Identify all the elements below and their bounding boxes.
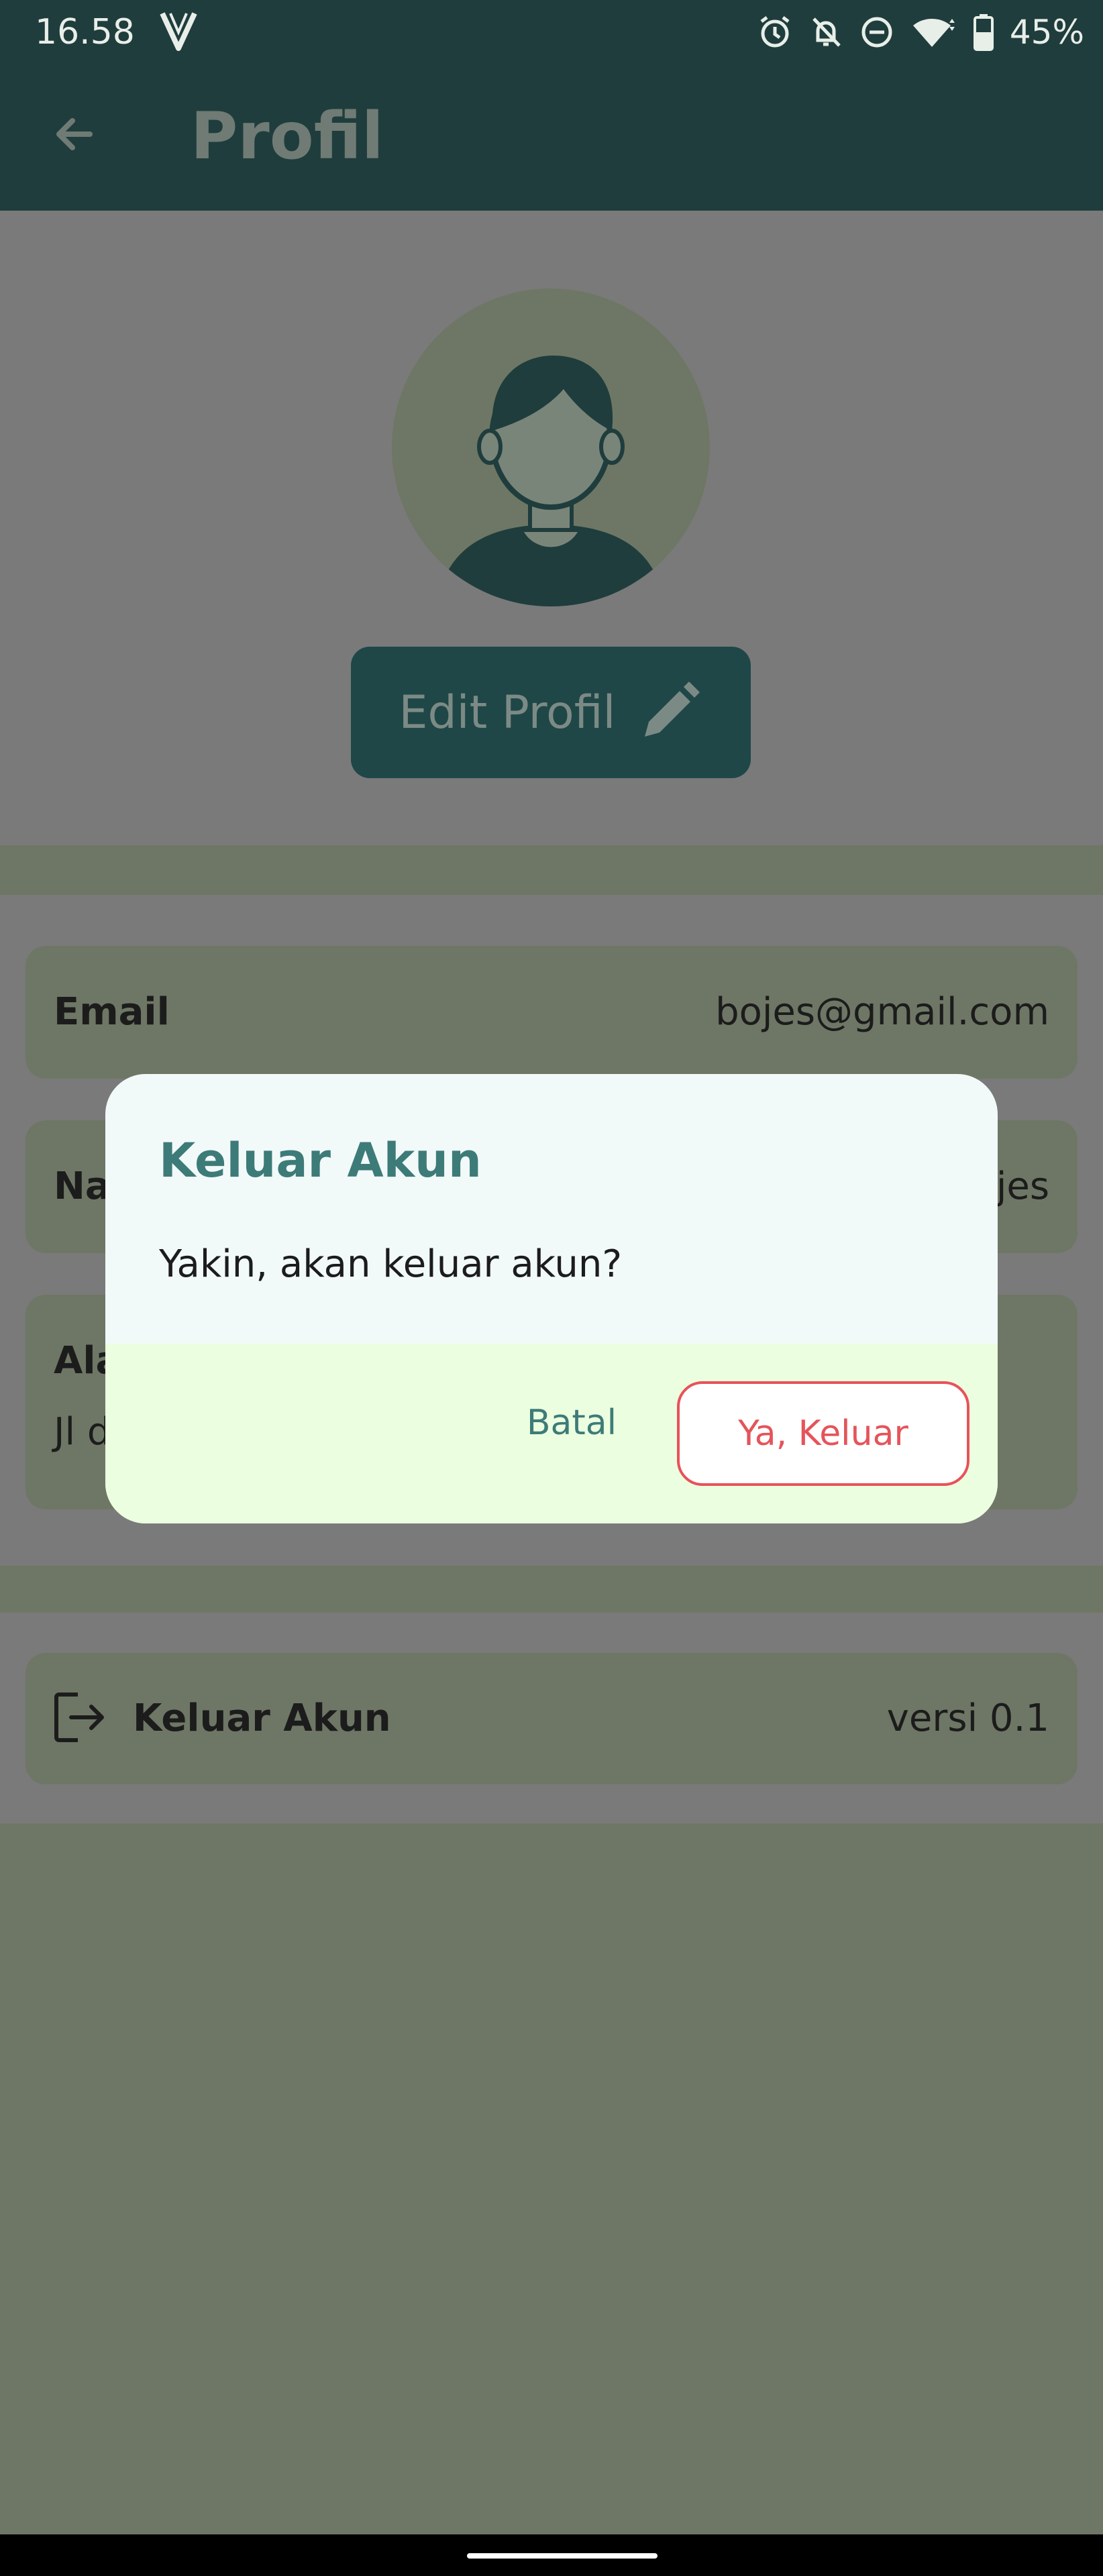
status-time: 16.58 <box>35 12 135 52</box>
nama-label: Na <box>54 1165 111 1208</box>
do-not-disturb-icon <box>861 17 892 48</box>
app-logo-icon <box>160 12 197 51</box>
avatar <box>392 288 710 606</box>
confirm-logout-button[interactable]: Ya, Keluar <box>677 1381 969 1486</box>
logout-row[interactable]: Keluar Akun versi 0.1 <box>25 1653 1078 1784</box>
alarm-icon <box>760 16 790 48</box>
edit-profile-label: Edit Profil <box>399 686 616 739</box>
pencil-icon <box>645 682 700 737</box>
email-value: bojes@gmail.com <box>715 990 1049 1034</box>
battery-percent: 45% <box>1009 13 1084 52</box>
cancel-button[interactable]: Batal <box>501 1383 642 1463</box>
email-label: Email <box>54 990 170 1034</box>
wifi-icon <box>912 18 955 47</box>
nama-value: jes <box>996 1165 1049 1208</box>
alamat-value: Jl d <box>54 1410 111 1454</box>
home-indicator[interactable] <box>467 2553 658 2559</box>
app-screen: 16.58 45% Profil Edit Profil Email bojes… <box>0 0 1103 2534</box>
section-divider <box>0 845 1103 895</box>
dialog-message: Yakin, akan keluar akun? <box>159 1242 623 1286</box>
page-title: Profil <box>191 99 384 174</box>
user-avatar-icon <box>447 356 655 606</box>
version-text: versi 0.1 <box>886 1697 1049 1740</box>
battery-icon <box>973 14 994 51</box>
logout-icon <box>54 1693 104 1742</box>
notifications-off-icon <box>812 17 841 47</box>
logout-label: Keluar Akun <box>133 1697 391 1740</box>
logout-dialog: Keluar Akun Yakin, akan keluar akun? Bat… <box>105 1074 998 1523</box>
status-icons: 45% <box>757 8 1084 56</box>
dialog-title: Keluar Akun <box>159 1133 482 1188</box>
back-arrow-icon[interactable] <box>47 107 101 161</box>
email-card: Email bojes@gmail.com <box>25 946 1078 1079</box>
section-divider <box>0 1566 1103 1613</box>
edit-profile-button[interactable]: Edit Profil <box>351 647 751 778</box>
